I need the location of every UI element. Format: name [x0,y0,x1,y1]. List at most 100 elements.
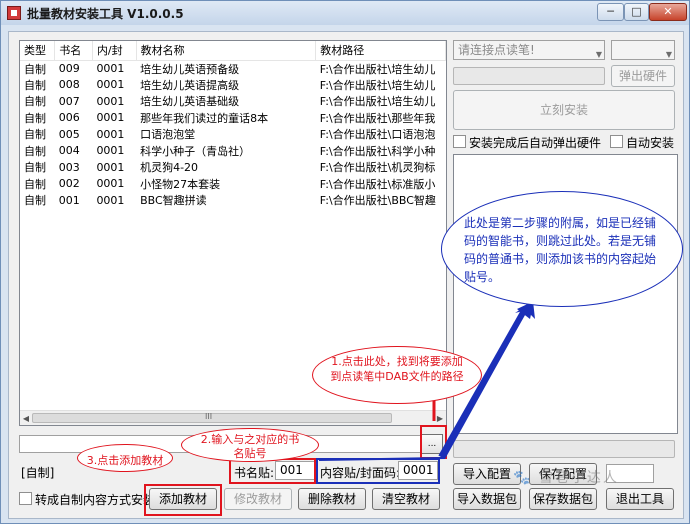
import-data-package-button[interactable]: 导入数据包 [453,488,521,510]
table-row[interactable]: 自制 006 0001 那些年我们读过的童话8本 F:\合作出版社\那些年我 [20,110,446,127]
cell-textbook-name: 培生幼儿英语提高级 [140,78,240,92]
save-data-package-button[interactable]: 保存数据包 [529,488,597,510]
table-row[interactable]: 自制 004 0001 科学小种子（青岛社） F:\合作出版社\科学小种 [20,143,446,160]
chevron-down-icon: ▼ [595,50,602,59]
horizontal-scrollbar[interactable]: ◀ III ▶ [20,410,446,425]
auto-install-checkbox[interactable] [610,135,623,148]
cell-book-id: 002 [58,177,80,191]
window-title: 批量教材安装工具 V1.0.0.5 [27,7,184,21]
column-header-inner-cover[interactable]: 内/封 [92,41,137,61]
cell-textbook-path: F:\合作出版社\培生幼儿 [319,78,436,92]
title-bar[interactable]: 批量教材安装工具 V1.0.0.5 ─ □ ✕ [1,1,689,25]
cell-textbook-name: 科学小种子（青岛社） [140,144,251,158]
maximize-button[interactable]: □ [624,3,649,21]
table-row[interactable]: 自制 009 0001 培生幼儿英语预备级 F:\合作出版社\培生幼儿 [20,60,446,77]
drive-select[interactable]: ▼ [611,40,675,60]
table-row[interactable]: 自制 008 0001 培生幼儿英语提高级 F:\合作出版社\培生幼儿 [20,77,446,94]
annotation-box-browse [420,425,447,459]
annotation-note-1-text: 1.点击此处，找到将要添加到点读笔中DAB文件的路径 [330,355,464,383]
app-window: 批量教材安装工具 V1.0.0.5 ─ □ ✕ 类型 书名 内/封 教材名称 教… [0,0,690,524]
cell-type: 自制 [24,95,46,109]
cell-book-id: 006 [58,111,80,125]
import-config-button[interactable]: 导入配置 [453,463,521,485]
annotation-note-2: 2.输入与之对应的书名贴号 [181,428,319,462]
auto-eject-label: 安装完成后自动弹出硬件 [469,136,602,150]
overall-progress-bar [453,440,675,458]
cell-type: 自制 [24,62,46,76]
textbook-table: 类型 书名 内/封 教材名称 教材路径 自制 009 0001 培生幼儿英语预备… [20,41,446,209]
cell-textbook-path: F:\合作出版社\培生幼儿 [319,95,436,109]
minimize-button[interactable]: ─ [597,3,624,21]
delete-textbook-button[interactable]: 删除教材 [298,488,366,510]
auto-install-label: 自动安装 [626,136,675,150]
modify-textbook-button[interactable]: 修改教材 [224,488,292,510]
annotation-note-3: 3.点击添加教材 [77,444,173,472]
cell-inner-cover: 0001 [96,144,125,158]
cell-type: 自制 [24,161,46,175]
table-row[interactable]: 自制 001 0001 BBC智趣拼读 F:\合作出版社\BBC智趣 [20,192,446,209]
chevron-down-icon: ▼ [665,50,672,59]
install-progress-bar [453,67,605,85]
cell-textbook-name: 机灵狗4-20 [140,161,199,175]
cell-textbook-name: 口语泡泡堂 [140,128,196,142]
cell-textbook-path: F:\合作出版社\科学小种 [319,144,436,158]
cell-inner-cover: 0001 [96,94,125,108]
pen-select[interactable]: 请连接点读笔! ▼ [453,40,605,60]
eject-hardware-button[interactable]: 弹出硬件 [611,65,675,87]
column-header-book-id[interactable]: 书名 [54,41,93,61]
column-header-type[interactable]: 类型 [20,41,56,61]
annotation-box-content-id [316,458,440,484]
annotation-note-3-text: 3.点击添加教材 [86,454,164,467]
scrollbar-thumb[interactable]: III [32,412,392,423]
cell-book-id: 005 [58,127,80,141]
cell-textbook-name: 那些年我们读过的童话8本 [140,111,269,125]
column-header-textbook-path[interactable]: 教材路径 [315,41,446,61]
cell-book-id: 008 [58,78,80,92]
watermark: 🐾 雪巷小达人 [513,470,619,486]
cell-inner-cover: 0001 [96,62,125,75]
install-now-button[interactable]: 立刻安装 [453,90,675,130]
scroll-grip-icon: III [205,412,213,421]
table-row[interactable]: 自制 005 0001 口语泡泡堂 F:\合作出版社\口语泡泡 [20,126,446,143]
table-header-row: 类型 书名 内/封 教材名称 教材路径 [20,41,446,61]
app-icon [7,6,21,20]
column-header-textbook-name[interactable]: 教材名称 [136,41,317,61]
table-row[interactable]: 自制 003 0001 机灵狗4-20 F:\合作出版社\机灵狗标 [20,159,446,176]
cell-textbook-name: BBC智趣拼读 [140,194,207,208]
convert-self-made-label: 转成自制内容方式安装 [35,493,156,507]
cell-book-id: 004 [58,144,80,158]
cell-book-id: 003 [58,160,80,174]
annotation-note-2-text: 2.输入与之对应的书名贴号 [200,433,300,460]
scroll-left-icon[interactable]: ◀ [20,413,32,424]
type-tag: [自制] [21,466,55,480]
cell-textbook-name: 培生幼儿英语基础级 [140,95,240,109]
cell-inner-cover: 0001 [96,193,125,207]
cell-book-id: 007 [58,94,80,108]
cell-type: 自制 [24,111,46,125]
cell-textbook-path: F:\合作出版社\BBC智趣 [319,194,436,208]
clear-textbooks-button[interactable]: 清空教材 [372,488,440,510]
cell-textbook-path: F:\合作出版社\标准版小 [319,177,436,191]
close-button[interactable]: ✕ [649,3,687,21]
cell-textbook-name: 小怪物27本套装 [140,177,221,191]
auto-eject-checkbox[interactable] [453,135,466,148]
cell-textbook-path: F:\合作出版社\机灵狗标 [319,161,436,175]
cell-type: 自制 [24,177,46,191]
convert-self-made-checkbox[interactable] [19,492,32,505]
cell-inner-cover: 0001 [96,160,125,174]
cell-textbook-path: F:\合作出版社\培生幼儿 [319,62,436,76]
cell-book-id: 009 [58,62,80,75]
scroll-right-icon[interactable]: ▶ [434,413,446,424]
annotation-note-blue: 此处是第二步骤的附属，如是已经铺码的智能书，则跳过此处。若是无铺码的普通书，则添… [441,191,683,307]
cell-inner-cover: 0001 [96,177,125,191]
annotation-box-add [144,484,222,516]
cell-inner-cover: 0001 [96,127,125,141]
cell-inner-cover: 0001 [96,111,125,125]
cell-type: 自制 [24,144,46,158]
cell-type: 自制 [24,194,46,208]
table-row[interactable]: 自制 007 0001 培生幼儿英语基础级 F:\合作出版社\培生幼儿 [20,93,446,110]
exit-tool-button[interactable]: 退出工具 [606,488,674,510]
cell-inner-cover: 0001 [96,78,125,92]
cell-book-id: 001 [58,193,80,207]
table-row[interactable]: 自制 002 0001 小怪物27本套装 F:\合作出版社\标准版小 [20,176,446,193]
